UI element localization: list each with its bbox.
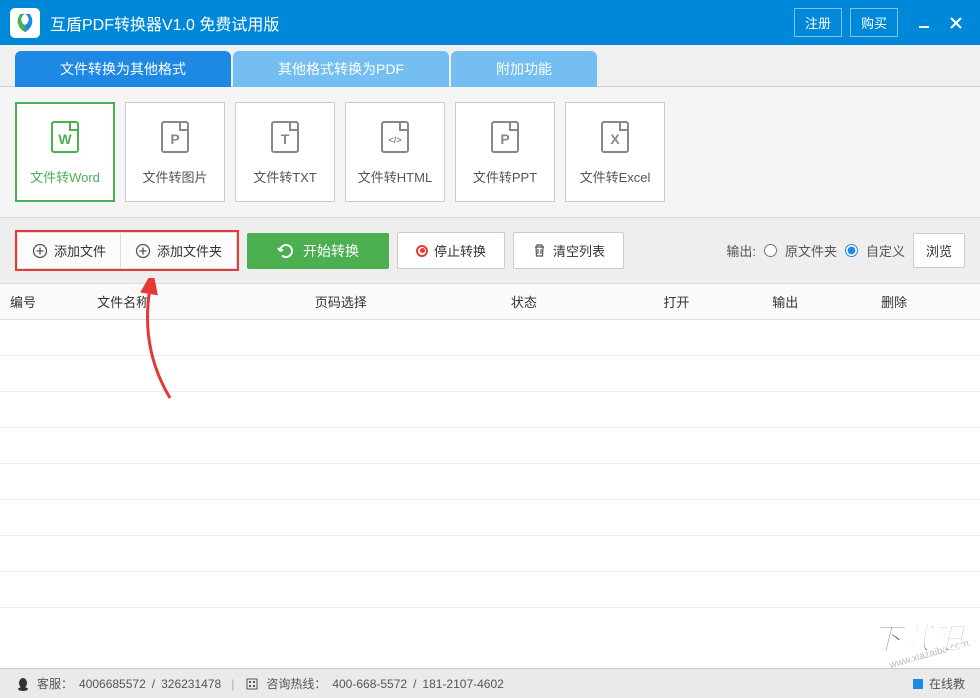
plus-circle-icon bbox=[135, 243, 151, 259]
refresh-icon bbox=[277, 242, 295, 260]
main-tabs: 文件转换为其他格式 其他格式转换为PDF 附加功能 bbox=[0, 45, 980, 87]
txt-icon: T bbox=[267, 119, 303, 155]
format-label: 文件转Word bbox=[30, 167, 100, 186]
format-excel[interactable]: X 文件转Excel bbox=[565, 102, 665, 202]
trash-icon bbox=[532, 243, 547, 258]
titlebar: 互盾PDF转换器V1.0 免费试用版 注册 购买 bbox=[0, 0, 980, 45]
format-row: W 文件转Word P 文件转图片 T 文件转TXT </> 文件转HTML P… bbox=[0, 87, 980, 217]
table-row bbox=[0, 500, 980, 536]
format-label: 文件转HTML bbox=[358, 167, 432, 186]
phone-icon bbox=[244, 676, 260, 692]
html-icon: </> bbox=[377, 119, 413, 155]
ppt-icon: P bbox=[487, 119, 523, 155]
file-table: 编号 文件名称 页码选择 状态 打开 输出 删除 bbox=[0, 284, 980, 608]
app-title: 互盾PDF转换器V1.0 免费试用版 bbox=[50, 11, 794, 35]
browse-button[interactable]: 浏览 bbox=[913, 233, 965, 268]
add-folder-button[interactable]: 添加文件夹 bbox=[120, 232, 237, 269]
format-word[interactable]: W 文件转Word bbox=[15, 102, 115, 202]
format-html[interactable]: </> 文件转HTML bbox=[345, 102, 445, 202]
format-image[interactable]: P 文件转图片 bbox=[125, 102, 225, 202]
radio-custom-folder[interactable] bbox=[845, 244, 858, 257]
format-label: 文件转Excel bbox=[580, 167, 651, 186]
radio-custom-label: 自定义 bbox=[866, 241, 905, 260]
tab-extra[interactable]: 附加功能 bbox=[451, 51, 597, 87]
svg-text:</>: </> bbox=[388, 135, 401, 145]
file-table-wrap: 编号 文件名称 页码选择 状态 打开 输出 删除 bbox=[0, 284, 980, 624]
format-ppt[interactable]: P 文件转PPT bbox=[455, 102, 555, 202]
hotline-label: 咨询热线： bbox=[266, 675, 326, 692]
excel-icon: X bbox=[597, 119, 633, 155]
svg-text:T: T bbox=[281, 131, 290, 147]
service-label: 客服： bbox=[37, 675, 73, 692]
clear-button[interactable]: 清空列表 bbox=[513, 232, 624, 269]
app-logo bbox=[10, 8, 40, 38]
add-button-group: 添加文件 添加文件夹 bbox=[15, 230, 239, 271]
format-txt[interactable]: T 文件转TXT bbox=[235, 102, 335, 202]
start-button[interactable]: 开始转换 bbox=[247, 233, 389, 269]
minimize-button[interactable] bbox=[910, 9, 938, 37]
svg-text:W: W bbox=[58, 131, 72, 147]
image-icon: P bbox=[157, 119, 193, 155]
tab-pdf-to-other[interactable]: 文件转换为其他格式 bbox=[15, 51, 231, 87]
plus-circle-icon bbox=[32, 243, 48, 259]
col-open: 打开 bbox=[653, 284, 762, 320]
table-row bbox=[0, 392, 980, 428]
footer-qq[interactable] bbox=[15, 676, 31, 692]
format-label: 文件转图片 bbox=[142, 167, 207, 186]
table-row bbox=[0, 464, 980, 500]
close-button[interactable] bbox=[942, 9, 970, 37]
stop-icon bbox=[416, 245, 428, 257]
table-row bbox=[0, 572, 980, 608]
service-phone1: 4006685572 bbox=[79, 677, 146, 691]
table-row bbox=[0, 428, 980, 464]
table-row bbox=[0, 320, 980, 356]
qq-icon bbox=[15, 676, 31, 692]
buy-link[interactable]: 购买 bbox=[850, 8, 898, 37]
hotline-phone2: 181-2107-4602 bbox=[422, 677, 503, 691]
col-delete: 删除 bbox=[871, 284, 980, 320]
svg-text:下载吧: 下载吧 bbox=[872, 623, 967, 656]
col-page: 页码选择 bbox=[305, 284, 501, 320]
col-filename: 文件名称 bbox=[87, 284, 305, 320]
format-label: 文件转PPT bbox=[473, 167, 537, 186]
download-badge: 下载吧 bbox=[864, 617, 974, 666]
tutorial-link[interactable]: 在线教 bbox=[911, 675, 965, 692]
hotline-phone1: 400-668-5572 bbox=[332, 677, 407, 691]
svg-text:X: X bbox=[610, 131, 620, 147]
tab-other-to-pdf[interactable]: 其他格式转换为PDF bbox=[233, 51, 449, 87]
register-link[interactable]: 注册 bbox=[794, 8, 842, 37]
col-index: 编号 bbox=[0, 284, 87, 320]
action-bar: 添加文件 添加文件夹 开始转换 停止转换 清空列表 输出: 原文件夹 自定义 浏… bbox=[0, 217, 980, 284]
svg-text:P: P bbox=[500, 131, 509, 147]
col-output: 输出 bbox=[762, 284, 871, 320]
service-phone2: 326231478 bbox=[161, 677, 221, 691]
svg-text:P: P bbox=[170, 131, 179, 147]
table-row bbox=[0, 356, 980, 392]
stop-button[interactable]: 停止转换 bbox=[397, 232, 505, 269]
add-file-button[interactable]: 添加文件 bbox=[17, 232, 120, 269]
format-label: 文件转TXT bbox=[253, 167, 317, 186]
book-icon bbox=[911, 677, 925, 691]
output-label: 输出: bbox=[726, 241, 756, 260]
radio-original-folder[interactable] bbox=[764, 244, 777, 257]
radio-original-label: 原文件夹 bbox=[785, 241, 837, 260]
footer: 客服： 4006685572 / 326231478 | 咨询热线： 400-6… bbox=[0, 668, 980, 698]
col-status: 状态 bbox=[501, 284, 653, 320]
output-options: 输出: 原文件夹 自定义 bbox=[726, 241, 905, 260]
watermark: www.xiazaiba.com bbox=[888, 638, 970, 671]
word-icon: W bbox=[47, 119, 83, 155]
table-row bbox=[0, 536, 980, 572]
